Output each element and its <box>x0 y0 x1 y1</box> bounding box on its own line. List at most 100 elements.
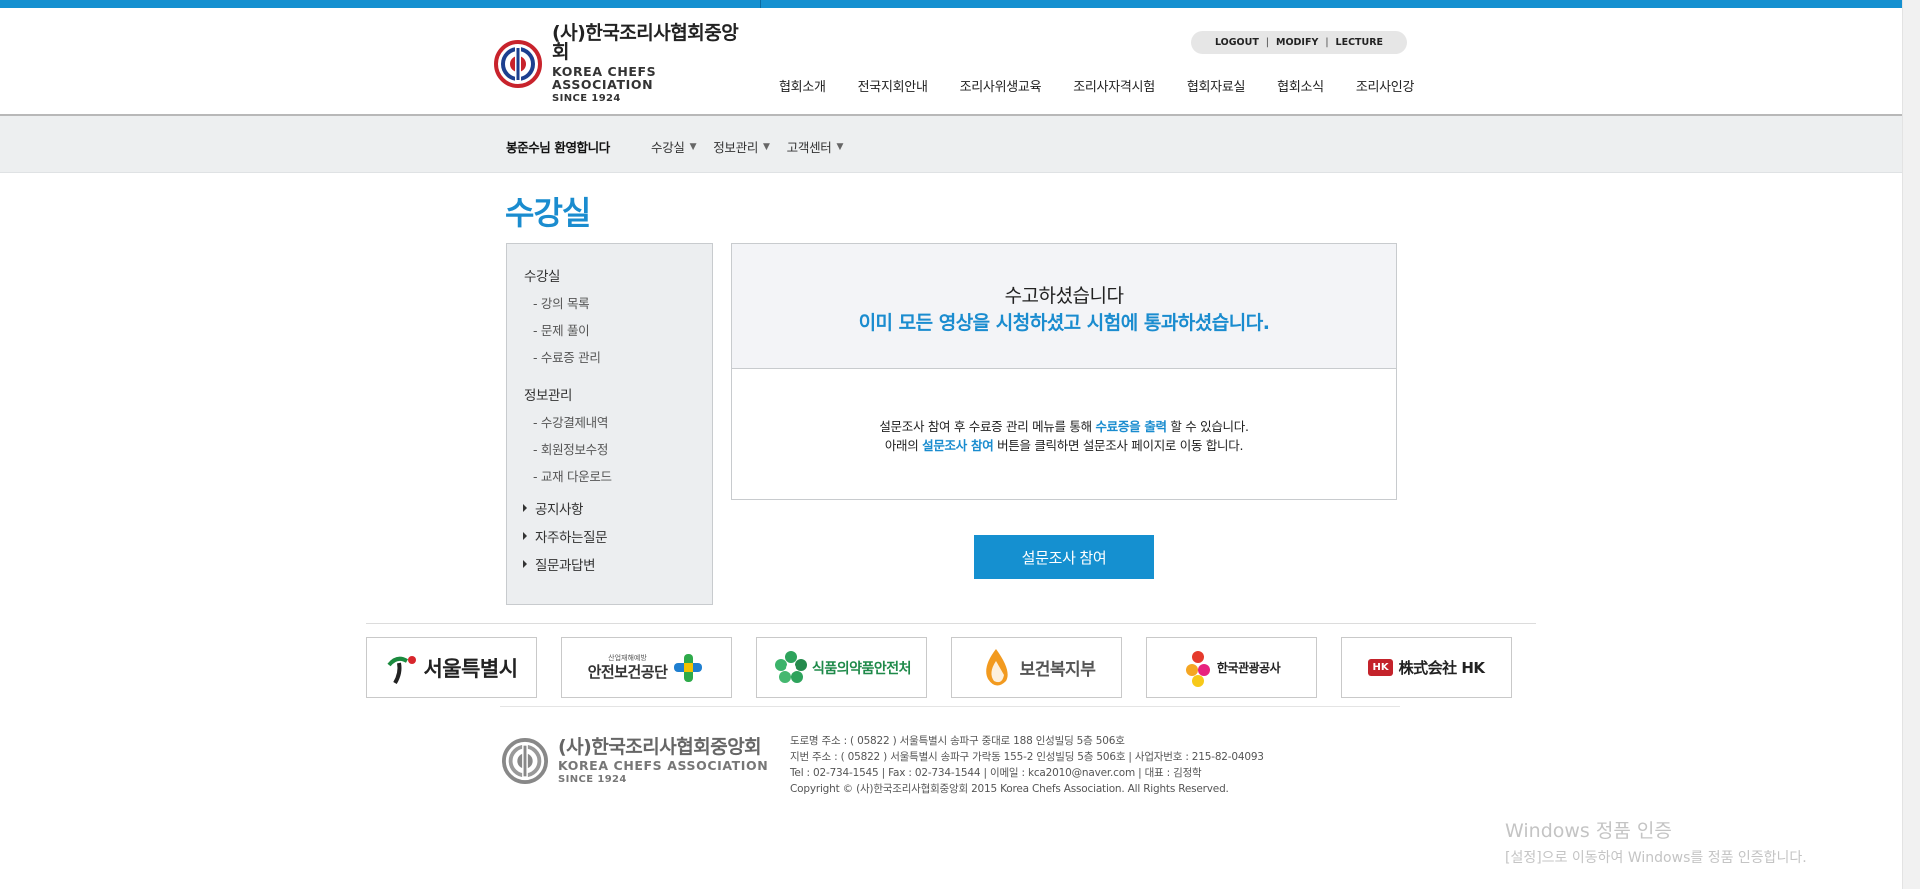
footer-divider <box>500 706 1400 707</box>
top-accent-bar <box>0 0 1902 8</box>
submenu-info-management[interactable]: 정보관리 ▼ <box>713 137 770 156</box>
main-navigation: 협회소개 전국지회안내 조리사위생교육 조리사자격시험 협회자료실 협회소식 조… <box>779 76 1446 95</box>
footer-logo: (사)한국조리사협회중앙회 KOREA CHEFS ASSOCIATION SI… <box>502 738 768 785</box>
partner-hk[interactable]: HK 株式会社 HK <box>1341 637 1512 698</box>
submenu-label: 수강실 <box>651 140 685 155</box>
submenu-label: 정보관리 <box>713 140 759 155</box>
nav-hygiene-education[interactable]: 조리사위생교육 <box>960 76 1042 95</box>
logo-english-name: KOREA CHEFS ASSOCIATION <box>552 64 657 92</box>
partner-label: 한국관광공사 <box>1216 661 1281 675</box>
message-instruction-2: 아래의 설문조사 참여 버튼을 클릭하면 설문조사 페이지로 이동 합니다. <box>732 435 1396 454</box>
partner-mfds[interactable]: 식품의약품안전처 <box>756 637 927 698</box>
nav-certification-exam[interactable]: 조리사자격시험 <box>1073 76 1155 95</box>
caret-right-icon <box>523 560 527 568</box>
message-title: 수고하셨습니다 <box>1004 285 1124 307</box>
sidebar-group-classroom[interactable]: 수강실 <box>524 265 560 285</box>
footer-contact: Tel : 02-734-1545 | Fax : 02-734-1544 | … <box>790 767 1202 779</box>
utility-links: LOGOUT | MODIFY | LECTURE <box>1191 31 1407 54</box>
nav-resources[interactable]: 협회자료실 <box>1187 76 1246 95</box>
footer-copyright: Copyright © (사)한국조리사협회중앙회 2015 Korea Che… <box>790 783 1229 795</box>
sub-navigation-bar <box>0 116 1902 173</box>
footer-road-address: 도로명 주소 : ( 05822 ) 서울특별시 송파구 중대로 188 인성빌… <box>790 735 1125 747</box>
chevron-down-icon: ▼ <box>836 141 844 152</box>
lecture-link[interactable]: LECTURE <box>1336 37 1384 48</box>
vertical-scrollbar[interactable] <box>1902 0 1920 889</box>
sidebar-item-notice[interactable]: 공지사항 <box>523 498 583 518</box>
footer-logo-english: KOREA CHEFS ASSOCIATION <box>558 758 769 773</box>
welcome-message: 봉준수님 환영합니다 <box>506 140 610 155</box>
partner-label: 株式会社 HK <box>1398 659 1485 677</box>
submenu-label: 고객센터 <box>786 140 832 155</box>
site-logo[interactable]: (사)한국조리사협회중앙회 KOREA CHEFS ASSOCIATION SI… <box>494 24 754 104</box>
logo-since: SINCE 1924 <box>552 93 621 104</box>
sidebar-link-label: 자주하는질문 <box>535 530 608 546</box>
caret-right-icon <box>523 532 527 540</box>
message-instruction-1: 설문조사 참여 후 수료증 관리 메뉴를 통해 수료증을 출력 할 수 있습니다… <box>732 416 1396 435</box>
sidebar-item-quiz[interactable]: - 문제 풀이 <box>533 320 590 339</box>
footer-lot-address: 지번 주소 : ( 05822 ) 서울특별시 송파구 가락동 155-2 인성… <box>790 751 1264 763</box>
nav-online-lectures[interactable]: 조리사인강 <box>1356 76 1415 95</box>
sidebar-item-lecture-list[interactable]: - 강의 목록 <box>533 293 590 312</box>
partner-label: 보건복지부 <box>1019 660 1096 680</box>
logo-korean-name: (사)한국조리사협회중앙회 <box>552 22 739 63</box>
submenu-classroom[interactable]: 수강실 ▼ <box>651 137 697 156</box>
caret-right-icon <box>523 504 527 512</box>
kto-mascot-icon <box>1185 650 1210 687</box>
sidebar-item-payments[interactable]: - 수강결제내역 <box>533 412 608 431</box>
sidebar-item-faq[interactable]: 자주하는질문 <box>523 526 608 546</box>
partner-label: 식품의약품안전처 <box>811 660 912 677</box>
nav-about[interactable]: 협회소개 <box>779 76 826 95</box>
highlight-text: 수료증을 출력 <box>1095 419 1167 434</box>
partner-mohw[interactable]: 보건복지부 <box>951 637 1122 698</box>
page-title: 수강실 <box>505 194 591 232</box>
nav-branches[interactable]: 전국지회안내 <box>858 76 928 95</box>
highlight-text: 설문조사 참여 <box>922 438 994 453</box>
sidebar-group-info[interactable]: 정보관리 <box>524 384 572 404</box>
partner-kosha[interactable]: 산업재해예방 안전보건공단 <box>561 637 732 698</box>
completion-message-box: 수고하셨습니다 이미 모든 영상을 시청하셨고 시험에 통과하셨습니다. 설문조… <box>731 243 1397 500</box>
partner-seoul[interactable]: 서울특별시 <box>366 637 537 698</box>
chevron-down-icon: ▼ <box>689 141 697 152</box>
nav-news[interactable]: 협회소식 <box>1277 76 1324 95</box>
partner-label: 안전보건공단 <box>587 662 668 681</box>
partner-small-label: 산업재해예방 <box>608 653 647 662</box>
association-emblem-icon <box>494 40 542 88</box>
sidebar-item-edit-profile[interactable]: - 회원정보수정 <box>533 439 608 458</box>
modify-link[interactable]: MODIFY <box>1276 37 1318 48</box>
partner-kto[interactable]: 한국관광공사 <box>1146 637 1317 698</box>
logout-link[interactable]: LOGOUT <box>1215 37 1259 48</box>
submenu-customer-center[interactable]: 고객센터 ▼ <box>786 137 844 156</box>
partner-banners: 서울특별시 산업재해예방 안전보건공단 식품의약품안전처 보건복지부 한국관광공… <box>366 637 1536 698</box>
mohw-drop-icon <box>985 648 1008 686</box>
hk-badge-icon: HK <box>1368 659 1393 676</box>
footer-emblem-icon <box>502 738 548 785</box>
message-completed-notice: 이미 모든 영상을 시청하셨고 시험에 통과하셨습니다. <box>858 312 1270 334</box>
sidebar-menu: 수강실 - 강의 목록 - 문제 풀이 - 수료증 관리 정보관리 - 수강결제… <box>506 243 713 605</box>
sidebar-link-label: 질문과답변 <box>535 558 596 574</box>
partner-label: 서울특별시 <box>423 656 518 681</box>
seoul-logo-icon <box>387 655 417 684</box>
mfds-flower-icon <box>774 650 807 683</box>
text: 버튼을 클릭하면 설문조사 페이지로 이동 합니다. <box>993 438 1244 453</box>
footer-company-info: 도로명 주소 : ( 05822 ) 서울특별시 송파구 중대로 188 인성빌… <box>790 733 1264 797</box>
text: 설문조사 참여 후 수료증 관리 메뉴를 통해 <box>879 419 1096 434</box>
windows-activation-watermark: Windows 정품 인증 [설정]으로 이동하여 Windows를 정품 인증… <box>1505 816 1807 867</box>
chevron-down-icon: ▼ <box>763 141 770 152</box>
footer-logo-since: SINCE 1924 <box>558 773 627 785</box>
util-separator: | <box>1325 37 1329 48</box>
watermark-subtitle: [설정]으로 이동하여 Windows를 정품 인증합니다. <box>1505 850 1807 866</box>
sidebar-link-label: 공지사항 <box>535 502 584 518</box>
watermark-title: Windows 정품 인증 <box>1505 820 1672 842</box>
text: 할 수 있습니다. <box>1166 419 1249 434</box>
kosha-cross-icon <box>674 653 703 682</box>
sidebar-item-textbook-download[interactable]: - 교재 다운로드 <box>533 466 612 485</box>
footer-divider <box>366 623 1536 624</box>
sidebar-item-qna[interactable]: 질문과답변 <box>523 554 596 574</box>
text: 아래의 <box>884 438 923 453</box>
message-header: 수고하셨습니다 이미 모든 영상을 시청하셨고 시험에 통과하셨습니다. <box>732 244 1396 369</box>
survey-participate-button[interactable]: 설문조사 참여 <box>974 535 1154 579</box>
sub-menu: 수강실 ▼ 정보관리 ▼ 고객센터 ▼ <box>651 137 860 156</box>
util-separator: | <box>1265 37 1269 48</box>
sidebar-item-certificate[interactable]: - 수료증 관리 <box>533 347 601 366</box>
footer-logo-korean: (사)한국조리사협회중앙회 <box>558 736 762 758</box>
